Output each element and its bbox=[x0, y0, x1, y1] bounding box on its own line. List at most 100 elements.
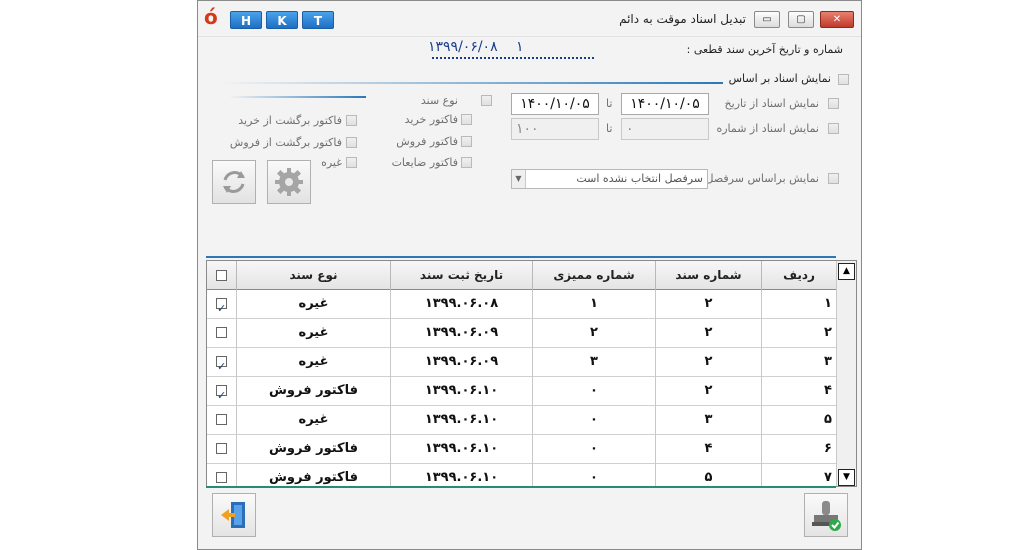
h-button[interactable]: H bbox=[230, 11, 262, 29]
row-number-cell: ۶ bbox=[762, 435, 837, 464]
doc-no-cell: ۲ bbox=[656, 348, 762, 377]
purchase-return-checkbox[interactable] bbox=[346, 115, 357, 126]
table-row[interactable]: فاکتور فروش ۱۳۹۹.۰۶.۱۰ ۰ ۴ ۶ bbox=[207, 435, 837, 464]
row-number-cell: ۱ bbox=[762, 290, 837, 319]
to-number-field[interactable]: ۱۰۰ bbox=[511, 118, 599, 140]
gear-icon bbox=[275, 168, 303, 196]
col-reg-date[interactable]: تاریخ ثبت سند bbox=[391, 261, 533, 290]
reg-date-cell: ۱۳۹۹.۰۶.۰۸ bbox=[391, 290, 533, 319]
close-button[interactable]: ✕ bbox=[820, 11, 854, 28]
purchase-return-label: فاکتور برگشت از خرید bbox=[238, 114, 342, 127]
select-all-header[interactable] bbox=[207, 261, 237, 290]
t-button[interactable]: T bbox=[302, 11, 334, 29]
from-number-checkbox[interactable] bbox=[828, 123, 839, 134]
from-number-field[interactable]: ۰ bbox=[621, 118, 709, 140]
last-doc-number: ۱ bbox=[516, 39, 524, 55]
row-checkbox-cell bbox=[207, 290, 237, 323]
refresh-button[interactable] bbox=[212, 160, 256, 204]
sales-invoice-checkbox[interactable] bbox=[461, 136, 472, 147]
grid-header: نوع سند تاریخ ثبت سند شماره ممیزی شماره … bbox=[207, 261, 837, 290]
row-checkbox-cell bbox=[207, 435, 237, 464]
stamp-approve-icon bbox=[812, 501, 841, 531]
doc-type-cell: غیره bbox=[237, 406, 391, 435]
table-row[interactable]: غیره۱۳۹۹.۰۶.۰۹۳۲۳ bbox=[207, 348, 837, 381]
table-row[interactable]: فاکتور فروش۱۳۹۹.۰۶.۱۰۰۲۴ bbox=[207, 377, 837, 410]
audit-no-cell: ۱ bbox=[533, 290, 656, 319]
other-type-checkbox[interactable] bbox=[346, 157, 357, 168]
doc-no-cell: ۵ bbox=[656, 464, 762, 486]
by-heading-checkbox[interactable] bbox=[828, 173, 839, 184]
other-type-label: غیره bbox=[321, 156, 342, 169]
doc-type-cell: غیره bbox=[237, 348, 391, 377]
audit-no-cell: ۰ bbox=[533, 464, 656, 486]
row-checkbox[interactable] bbox=[216, 472, 227, 483]
row-checkbox[interactable] bbox=[216, 327, 227, 338]
row-checkbox-cell bbox=[207, 348, 237, 381]
exit-button[interactable] bbox=[212, 493, 256, 537]
row-checkbox[interactable] bbox=[216, 382, 227, 410]
purchase-invoice-checkbox[interactable] bbox=[461, 114, 472, 125]
row-checkbox[interactable] bbox=[216, 414, 227, 425]
col-doc-no[interactable]: شماره سند bbox=[656, 261, 762, 290]
from-date-field[interactable]: ۱۴۰۰/۱۰/۰۵ bbox=[621, 93, 709, 115]
grid-bottom-line bbox=[206, 486, 836, 488]
doc-type-cell: فاکتور فروش bbox=[237, 435, 391, 464]
reg-date-cell: ۱۳۹۹.۰۶.۱۰ bbox=[391, 435, 533, 464]
show-by-basis-label: نمایش اسناد بر اساس bbox=[728, 72, 831, 85]
settings-button[interactable] bbox=[267, 160, 311, 204]
chevron-down-icon[interactable]: ▼ bbox=[512, 170, 526, 188]
sales-return-checkbox[interactable] bbox=[346, 137, 357, 148]
reg-date-cell: ۱۳۹۹.۰۶.۱۰ bbox=[391, 406, 533, 435]
doc-no-cell: ۲ bbox=[656, 319, 762, 348]
table-row[interactable]: فاکتور فروش ۱۳۹۹.۰۶.۱۰ ۰ ۵ ۷ bbox=[207, 464, 837, 486]
row-checkbox[interactable] bbox=[216, 295, 227, 323]
doc-type-cell: غیره bbox=[237, 319, 391, 348]
audit-no-cell: ۰ bbox=[533, 435, 656, 464]
grid-scrollbar[interactable]: ▲ ▼ bbox=[836, 261, 856, 486]
k-button[interactable]: K bbox=[266, 11, 298, 29]
last-doc-label: شماره و تاریخ آخرین سند قطعی : bbox=[686, 43, 843, 56]
last-doc-dots bbox=[432, 57, 594, 59]
convert-stamp-button[interactable] bbox=[804, 493, 848, 537]
reg-date-cell: ۱۳۹۹.۰۶.۱۰ bbox=[391, 377, 533, 406]
exit-door-icon bbox=[221, 502, 245, 528]
from-date-label: نمایش اسناد از تاریخ bbox=[724, 97, 819, 110]
scroll-down-arrow-icon[interactable]: ▼ bbox=[838, 469, 855, 486]
last-doc-date: ۱۳۹۹/۰۶/۰۸ bbox=[428, 39, 498, 55]
waste-invoice-label: فاکتور ضایعات bbox=[391, 156, 458, 169]
section-divider bbox=[218, 82, 723, 84]
window-title: تبدیل اسناد موقت به دائم bbox=[619, 12, 746, 26]
table-row[interactable]: غیره۱۳۹۹.۰۶.۰۸۱۲۱ bbox=[207, 290, 837, 323]
select-all-checkbox[interactable] bbox=[216, 270, 227, 281]
row-checkbox[interactable] bbox=[216, 353, 227, 381]
row-checkbox-cell bbox=[207, 319, 237, 348]
show-by-basis-checkbox[interactable] bbox=[838, 74, 849, 85]
row-number-cell: ۴ bbox=[762, 377, 837, 406]
table-row[interactable]: غیره ۱۳۹۹.۰۶.۱۰ ۰ ۳ ۵ bbox=[207, 406, 837, 435]
grid-body: غیره۱۳۹۹.۰۶.۰۸۱۲۱غیره۱۳۹۹.۰۶.۰۹۲۲۲غیره۱۳… bbox=[207, 290, 837, 486]
col-doc-type[interactable]: نوع سند bbox=[237, 261, 391, 290]
documents-grid: نوع سند تاریخ ثبت سند شماره ممیزی شماره … bbox=[206, 260, 857, 487]
minimize-button[interactable]: ▭ bbox=[754, 11, 780, 28]
audit-no-cell: ۰ bbox=[533, 377, 656, 406]
reg-date-cell: ۱۳۹۹.۰۶.۰۹ bbox=[391, 319, 533, 348]
row-checkbox[interactable] bbox=[216, 443, 227, 454]
scroll-up-arrow-icon[interactable]: ▲ bbox=[838, 263, 855, 280]
grid-top-divider bbox=[206, 256, 836, 258]
audit-no-cell: ۲ bbox=[533, 319, 656, 348]
doc-type-title: نوع سند bbox=[420, 94, 458, 107]
heading-combo[interactable]: سرفصل انتخاب نشده است ▼ bbox=[511, 169, 708, 189]
doc-no-cell: ۳ bbox=[656, 406, 762, 435]
from-date-checkbox[interactable] bbox=[828, 98, 839, 109]
table-row[interactable]: غیره ۱۳۹۹.۰۶.۰۹ ۲ ۲ ۲ bbox=[207, 319, 837, 348]
convert-docs-window: ó H K T تبدیل اسناد موقت به دائم ▭ ▢ ✕ ش… bbox=[197, 0, 862, 550]
maximize-button[interactable]: ▢ bbox=[788, 11, 814, 28]
col-audit-no[interactable]: شماره ممیزی bbox=[533, 261, 656, 290]
to-date-field[interactable]: ۱۴۰۰/۱۰/۰۵ bbox=[511, 93, 599, 115]
reg-date-cell: ۱۳۹۹.۰۶.۰۹ bbox=[391, 348, 533, 377]
doc-no-cell: ۴ bbox=[656, 435, 762, 464]
waste-invoice-checkbox[interactable] bbox=[461, 157, 472, 168]
col-row[interactable]: ردیف bbox=[762, 261, 837, 290]
row-number-cell: ۲ bbox=[762, 319, 837, 348]
doc-type-checkbox[interactable] bbox=[481, 95, 492, 106]
